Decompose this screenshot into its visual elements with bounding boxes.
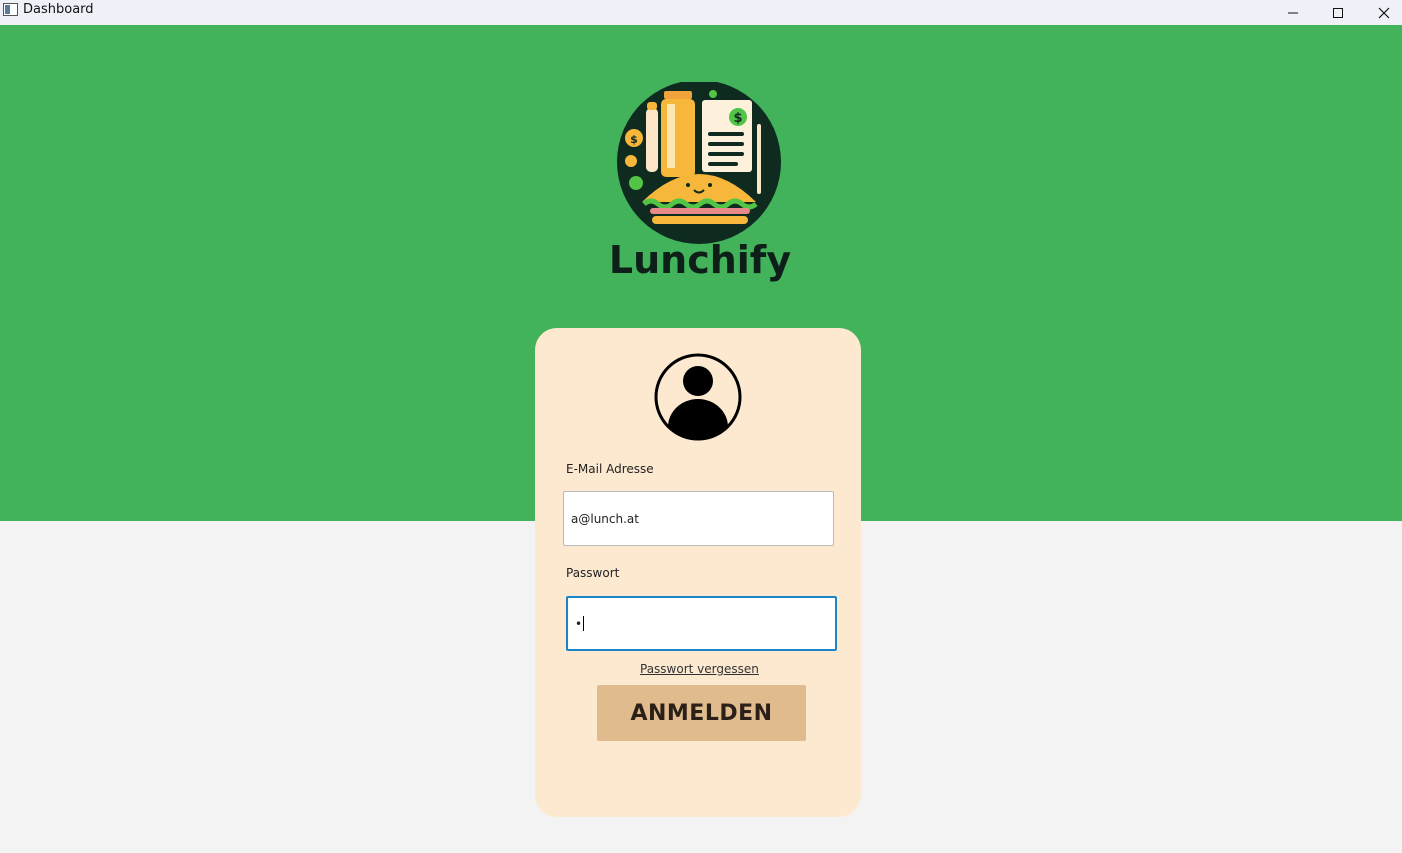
maximize-button[interactable] (1315, 0, 1361, 25)
login-button[interactable]: ANMELDEN (597, 685, 806, 741)
minimize-icon (1288, 12, 1298, 13)
text-caret (583, 616, 585, 631)
window-title: Dashboard (23, 2, 94, 17)
close-button[interactable] (1361, 0, 1402, 25)
minimize-button[interactable] (1270, 0, 1316, 25)
brand-name: Lunchify (608, 238, 792, 282)
app-icon (3, 3, 18, 16)
password-value: • (575, 616, 583, 631)
window-titlebar: Dashboard (0, 0, 1402, 25)
password-field[interactable]: • (566, 596, 837, 651)
svg-text:$: $ (630, 133, 638, 146)
maximize-icon (1333, 7, 1343, 18)
password-label: Passwort (566, 566, 620, 580)
email-field[interactable]: a@lunch.at (563, 491, 834, 546)
user-avatar-icon (654, 353, 742, 441)
svg-text:$: $ (733, 111, 742, 126)
email-label: E-Mail Adresse (566, 462, 654, 476)
forgot-password-link[interactable]: Passwort vergessen (640, 662, 759, 676)
close-icon (1378, 7, 1390, 18)
email-value: a@lunch.at (571, 511, 639, 526)
